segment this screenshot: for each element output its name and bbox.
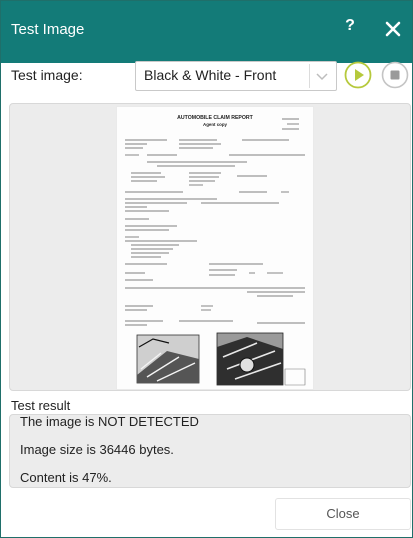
play-icon[interactable] (344, 61, 372, 89)
image-preview-panel: AUTOMOBILE CLAIM REPORT Agent copy (9, 103, 411, 391)
document-photo-right (216, 332, 306, 386)
test-result-panel: The image is NOT DETECTED Image size is … (9, 414, 411, 488)
close-button[interactable]: Close (275, 498, 411, 530)
document-photo-left (136, 334, 200, 384)
result-line-detection: The image is NOT DETECTED (20, 414, 199, 429)
test-image-label: Test image: (11, 67, 83, 83)
test-result-label: Test result (11, 398, 71, 413)
close-icon[interactable] (381, 16, 405, 42)
chevron-down-icon[interactable] (309, 64, 334, 88)
document-preview-image: AUTOMOBILE CLAIM REPORT Agent copy (116, 106, 314, 390)
test-image-select-value: Black & White - Front (144, 67, 277, 83)
title-bar: Test Image ? (1, 1, 412, 63)
help-button[interactable]: ? (341, 17, 359, 41)
document-heading: AUTOMOBILE CLAIM REPORT (177, 115, 254, 121)
dialog-title: Test Image (11, 21, 85, 38)
result-line-size: Image size is 36446 bytes. (20, 442, 174, 457)
stop-icon[interactable] (381, 61, 409, 89)
result-line-content: Content is 47%. (20, 470, 112, 485)
document-subheading: Agent copy (203, 122, 227, 127)
test-image-dialog: Test Image ? Test image: Black & White -… (0, 0, 413, 538)
test-image-select[interactable]: Black & White - Front (135, 61, 337, 91)
